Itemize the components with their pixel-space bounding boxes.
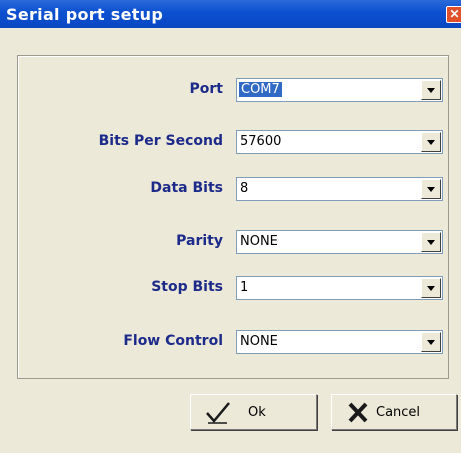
data-bits-value: 8 [240, 181, 249, 196]
parity-value: NONE [240, 234, 278, 249]
stop-bits-label: Stop Bits [151, 279, 223, 295]
field-row-parity: Parity NONE [18, 230, 448, 256]
ok-button[interactable]: Ok [190, 394, 317, 430]
chevron-down-icon [427, 286, 435, 291]
field-row-data-bits: Data Bits 8 [18, 177, 448, 203]
title-bar[interactable]: Serial port setup ✕ [0, 0, 461, 28]
chevron-down-icon [427, 240, 435, 245]
cancel-label: Cancel [376, 405, 421, 420]
bits-per-second-dropdown-button[interactable] [421, 132, 441, 152]
bits-per-second-value: 57600 [240, 134, 282, 149]
stop-bits-value: 1 [240, 280, 249, 295]
bits-per-second-label: Bits Per Second [98, 133, 223, 149]
field-row-port: Port COM7 [18, 78, 448, 104]
data-bits-select[interactable]: 8 [236, 177, 443, 201]
chevron-down-icon [427, 187, 435, 192]
port-label: Port [189, 81, 223, 97]
cancel-button[interactable]: Cancel [331, 394, 457, 430]
chevron-down-icon [427, 340, 435, 345]
stop-bits-dropdown-button[interactable] [421, 278, 441, 298]
bits-per-second-select[interactable]: 57600 [236, 130, 443, 154]
data-bits-dropdown-button[interactable] [421, 179, 441, 199]
chevron-down-icon [427, 88, 435, 93]
close-icon[interactable]: ✕ [449, 7, 459, 21]
close-button[interactable]: ✕ [446, 6, 461, 23]
parity-label: Parity [176, 233, 223, 249]
field-row-stop-bits: Stop Bits 1 [18, 276, 448, 302]
port-dropdown-button[interactable] [421, 80, 441, 100]
parity-dropdown-button[interactable] [421, 232, 441, 252]
stop-bits-select[interactable]: 1 [236, 276, 443, 300]
chevron-down-icon [427, 140, 435, 145]
port-select[interactable]: COM7 [236, 78, 443, 102]
field-row-bits-per-second: Bits Per Second 57600 [18, 130, 448, 156]
flow-control-value: NONE [240, 334, 278, 349]
serial-port-setup-window: Serial port setup ✕ Port COM7 Bits Per S… [0, 0, 461, 453]
data-bits-label: Data Bits [150, 180, 223, 196]
window-title: Serial port setup [6, 5, 164, 24]
check-icon [205, 401, 230, 424]
flow-control-dropdown-button[interactable] [421, 332, 441, 352]
field-row-flow-control: Flow Control NONE [18, 330, 448, 356]
parity-select[interactable]: NONE [236, 230, 443, 254]
settings-panel: Port COM7 Bits Per Second 57600 Data Bit… [17, 55, 449, 379]
flow-control-select[interactable]: NONE [236, 330, 443, 354]
ok-label: Ok [248, 405, 266, 420]
port-value: COM7 [239, 82, 282, 97]
x-cross-icon [346, 401, 368, 423]
flow-control-label: Flow Control [123, 333, 223, 349]
